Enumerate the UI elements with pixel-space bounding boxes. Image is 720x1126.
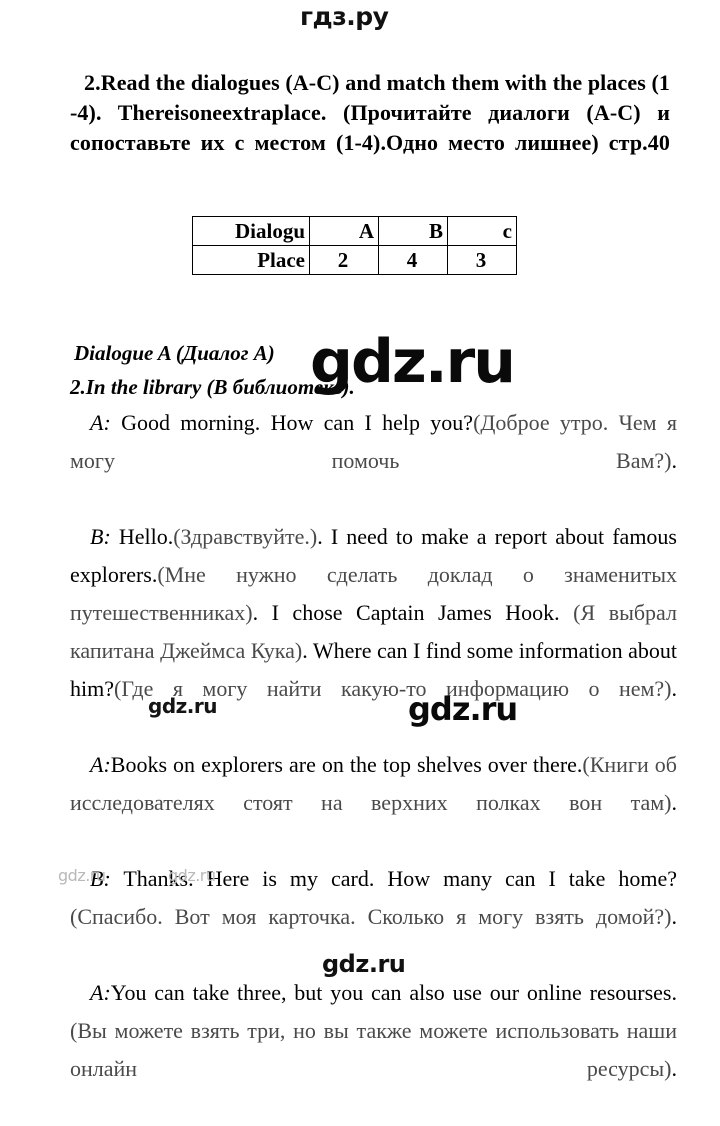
- dialogue-text: Hello.: [110, 524, 174, 549]
- dialogue-text: .: [671, 676, 678, 701]
- dialogue-text: You can take three, but you can also use…: [110, 980, 677, 1005]
- place-cell-a[interactable]: 2: [309, 245, 379, 275]
- dialogue-speaker: B:: [90, 524, 111, 549]
- dialogue-text: Books on explorers are on the top shelve…: [110, 752, 583, 777]
- watermark-large-center: gdz.ru: [310, 327, 516, 397]
- dialogue-translation: (Здравствуйте.): [173, 524, 318, 549]
- row-label-dialogue: Dialogu: [192, 216, 310, 246]
- watermark-top-logo: гдз.ру: [300, 2, 389, 31]
- dialogue-text: Good morning. How can I help you?: [110, 410, 474, 435]
- dialogue-text: . I chose Captain James Hook.: [252, 600, 574, 625]
- place-cell-b[interactable]: 4: [378, 245, 448, 275]
- watermark-mid-large: gdz.ru: [408, 690, 518, 728]
- dialogue-translation: (Вы можете взять три, но вы также можете…: [70, 1018, 677, 1081]
- dialogue-text: .: [671, 1056, 678, 1081]
- dialogue-speaker: A:: [90, 410, 111, 435]
- watermark-faint-right: gdz.ru: [168, 866, 216, 885]
- place-cell-c[interactable]: 3: [447, 245, 517, 275]
- task-heading: 2.Read the dialogues (A-C) and match the…: [70, 70, 670, 155]
- answers-table: Dialogu A B c Place 2 4 3: [192, 216, 517, 275]
- watermark-faint-left: gdz.ru: [58, 866, 106, 885]
- answers-table-body: Dialogu A B c Place 2 4 3: [192, 216, 517, 275]
- watermark-bottom-logo: gdz.ru: [322, 950, 406, 978]
- dialogue-speaker: A:: [90, 980, 111, 1005]
- dialogue-text: .: [671, 448, 678, 473]
- dialogue-cell-c[interactable]: c: [447, 216, 517, 246]
- dialogue-text: .: [671, 790, 678, 815]
- table-row: Dialogu A B c: [192, 216, 517, 246]
- table-row: Place 2 4 3: [192, 245, 517, 275]
- dialogue-turn: A:Books on explorers are on the top shel…: [70, 746, 677, 860]
- dialogue-speaker: A:: [90, 752, 111, 777]
- row-label-place: Place: [192, 245, 310, 275]
- watermark-mid-small: gdz.ru: [148, 694, 217, 718]
- dialogue-translation: (Спасибо. Вот моя карточка. Сколько я мо…: [70, 904, 672, 929]
- dialogue-body: A: Good morning. How can I help you?(Доб…: [70, 404, 677, 1126]
- page-canvas: гдз.ру gdz.ru gdz.ru gdz.ru gdz.ru gdz.r…: [0, 0, 720, 1081]
- dialogue-title: Dialogue A (Диалог A): [74, 341, 275, 365]
- dialogue-cell-a[interactable]: A: [309, 216, 379, 246]
- dialogue-turn: A:You can take three, but you can also u…: [70, 974, 677, 1126]
- dialogue-turn: A: Good morning. How can I help you?(Доб…: [70, 404, 677, 518]
- dialogue-cell-b[interactable]: B: [378, 216, 448, 246]
- dialogue-text: .: [671, 904, 678, 929]
